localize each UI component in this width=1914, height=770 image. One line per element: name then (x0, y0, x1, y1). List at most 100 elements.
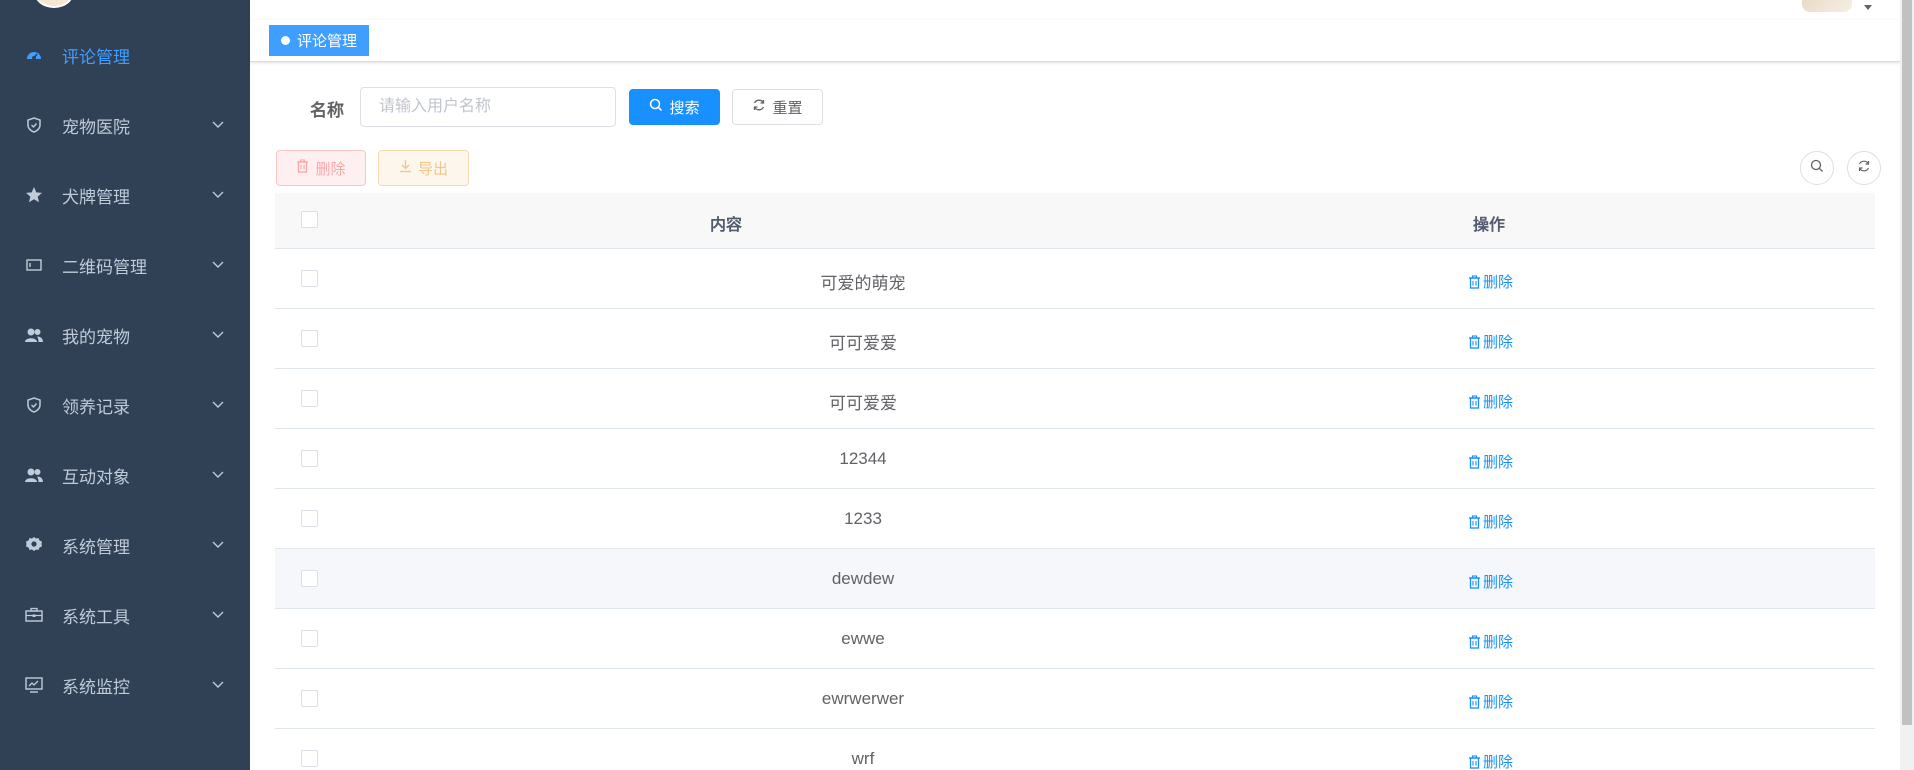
sidebar-item-interaction[interactable]: 互动对象 (0, 440, 250, 510)
row-delete-label: 删除 (1483, 514, 1514, 531)
peoples-icon (25, 466, 43, 484)
chevron-down-icon (212, 399, 224, 411)
chevron-down-icon (212, 329, 224, 341)
sidebar-item-tools[interactable]: 系统工具 (0, 580, 250, 650)
dot-icon (281, 36, 290, 45)
trash-icon (1469, 634, 1480, 649)
trash-icon (1469, 514, 1480, 529)
row-delete-label: 删除 (1483, 694, 1514, 711)
export-label: 导出 (417, 160, 448, 178)
sidebar-item-label: 系统管理 (62, 537, 130, 557)
row-delete-button[interactable]: 删除 (1468, 271, 1513, 292)
gear-icon (25, 536, 43, 554)
sidebar-item-label: 系统工具 (62, 607, 130, 627)
row-delete-button[interactable]: 删除 (1468, 511, 1513, 532)
trash-icon (296, 159, 309, 177)
row-delete-button[interactable]: 删除 (1468, 631, 1513, 652)
row-delete-button[interactable]: 删除 (1468, 691, 1513, 712)
sidebar: 评论管理 宠物医院 犬牌管理 二维码管理 我的宠物 领养记录 互动对象 系统管理… (0, 0, 250, 770)
chevron-down-icon (212, 119, 224, 131)
refresh-button[interactable] (1847, 151, 1881, 185)
sidebar-item-system[interactable]: 系统管理 (0, 510, 250, 580)
scrollbar-thumb[interactable] (1902, 0, 1912, 725)
cell-content: wrf (851, 749, 875, 768)
caret-down-icon[interactable] (1862, 0, 1874, 10)
row-delete-button[interactable]: 删除 (1468, 391, 1513, 412)
sidebar-item-label: 宠物医院 (62, 117, 130, 137)
search-button-label: 搜索 (669, 99, 700, 117)
sidebar-item-label: 互动对象 (62, 467, 130, 487)
export-button[interactable]: 导出 (378, 150, 469, 186)
name-search-input[interactable] (360, 87, 616, 127)
table-row: ewrwerwer 删除 (275, 669, 1875, 729)
sidebar-item-pet-hospital[interactable]: 宠物医院 (0, 90, 250, 160)
sidebar-item-label: 我的宠物 (62, 327, 130, 347)
sidebar-item-label: 评论管理 (62, 47, 130, 67)
chevron-down-icon (212, 189, 224, 201)
batch-delete-button[interactable]: 删除 (276, 150, 366, 186)
trash-icon (1469, 454, 1480, 469)
table-row: 可可爱爱 删除 (275, 369, 1875, 429)
shield-icon (25, 396, 43, 414)
table-row: 可可爱爱 删除 (275, 309, 1875, 369)
shield-icon (25, 116, 43, 134)
sidebar-item-qrcode[interactable]: 二维码管理 (0, 230, 250, 300)
reset-button-label: 重置 (772, 99, 803, 117)
table-row: ewwe 删除 (275, 609, 1875, 669)
row-delete-button[interactable]: 删除 (1468, 751, 1513, 770)
row-delete-button[interactable]: 删除 (1468, 571, 1513, 592)
sidebar-item-label: 系统监控 (62, 677, 130, 697)
column-header-operation: 操作 (1473, 217, 1506, 234)
row-delete-label: 删除 (1483, 634, 1514, 651)
row-delete-label: 删除 (1483, 334, 1514, 351)
card-icon (25, 256, 43, 274)
star-icon (25, 186, 43, 204)
batch-delete-label: 删除 (315, 160, 346, 178)
chevron-down-icon (212, 539, 224, 551)
chevron-down-icon (212, 609, 224, 621)
sidebar-item-label: 二维码管理 (62, 257, 147, 277)
sidebar-item-adoption[interactable]: 领养记录 (0, 370, 250, 440)
search-button[interactable]: 搜索 (629, 89, 720, 125)
row-delete-button[interactable]: 删除 (1468, 451, 1513, 472)
cell-content: 1233 (844, 509, 882, 528)
cell-content: ewwe (841, 629, 885, 648)
reset-button[interactable]: 重置 (732, 89, 823, 125)
table-row: dewdew 删除 (275, 549, 1875, 609)
cell-content: 可爱的萌宠 (820, 274, 906, 293)
tag-label: 评论管理 (297, 33, 358, 50)
logo-avatar (34, 0, 74, 8)
search-icon (649, 98, 663, 116)
dashboard-icon (25, 46, 43, 64)
trash-icon (1469, 754, 1480, 769)
sidebar-item-comments[interactable]: 评论管理 (0, 20, 250, 90)
refresh-icon (1857, 159, 1871, 178)
table-row: 1233 删除 (275, 489, 1875, 549)
cell-content: 12344 (839, 449, 887, 468)
cell-content: 可可爱爱 (829, 394, 897, 413)
tag-active[interactable]: 评论管理 (269, 25, 370, 56)
row-delete-label: 删除 (1483, 754, 1514, 770)
table-row: 12344 删除 (275, 429, 1875, 489)
sidebar-item-my-pets[interactable]: 我的宠物 (0, 300, 250, 370)
peoples-icon (25, 326, 43, 344)
toggle-search-button[interactable] (1800, 151, 1834, 185)
table-row: 可爱的萌宠 删除 (275, 249, 1875, 309)
row-delete-label: 删除 (1483, 454, 1514, 471)
trash-icon (1469, 694, 1480, 709)
monitor-icon (25, 676, 43, 694)
select-all-checkbox[interactable] (301, 211, 318, 228)
chevron-down-icon (212, 679, 224, 691)
vertical-scrollbar[interactable] (1900, 0, 1914, 770)
chevron-down-icon (212, 469, 224, 481)
sidebar-item-monitor[interactable]: 系统监控 (0, 650, 250, 720)
row-delete-button[interactable]: 删除 (1468, 331, 1513, 352)
table-row: wrf 删除 (275, 729, 1875, 770)
sidebar-item-dog-tags[interactable]: 犬牌管理 (0, 160, 250, 230)
download-icon (399, 159, 412, 177)
toolbox-icon (25, 606, 43, 624)
row-delete-label: 删除 (1483, 394, 1514, 411)
navbar (250, 0, 1900, 20)
trash-icon (1469, 394, 1480, 409)
avatar[interactable] (1802, 0, 1852, 12)
